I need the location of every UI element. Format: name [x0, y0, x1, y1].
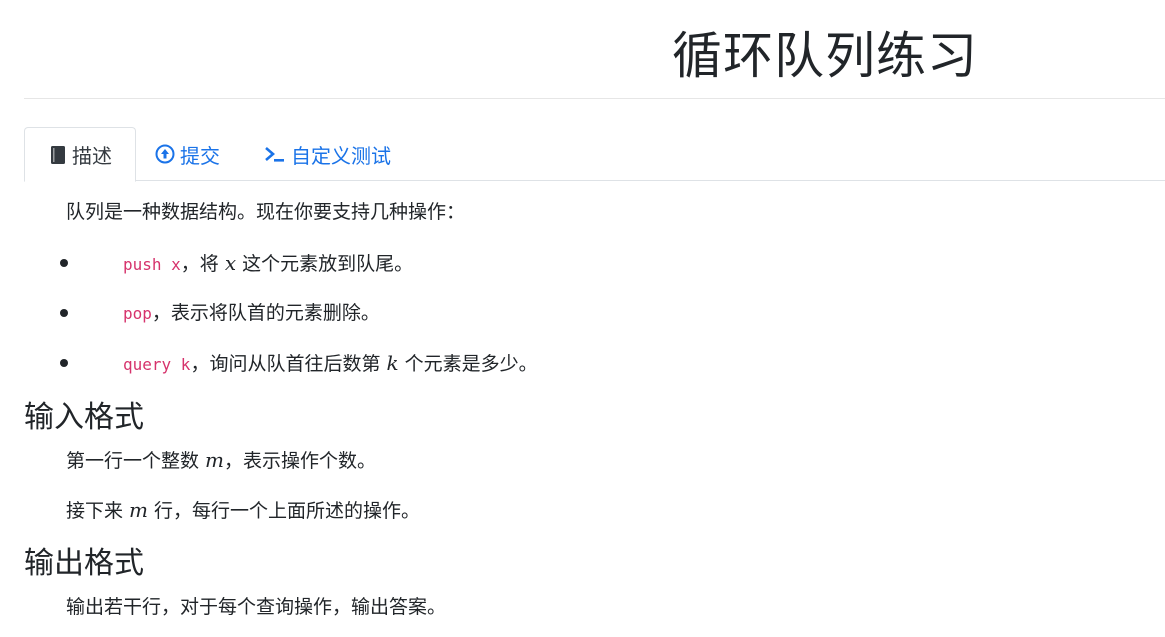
list-item-text: ，询问从队首往后数第 — [190, 353, 387, 375]
input-format-line: 第一行一个整数 m，表示操作个数。 — [66, 447, 376, 474]
input-format-heading: 输入格式 — [24, 400, 144, 435]
list-item-text: ，将 — [180, 253, 225, 275]
list-item-text: 个元素是多少。 — [398, 353, 538, 375]
math-var: x — [224, 251, 237, 275]
bullet — [60, 259, 68, 267]
input-format-text: 接下来 — [66, 500, 130, 522]
input-format-text: 行，每行一个上面所述的操作。 — [148, 500, 421, 522]
list-item-text: ，表示将队首的元素删除。 — [151, 302, 380, 324]
math-var: m — [205, 448, 225, 472]
list-item-text: 这个元素放到队尾。 — [236, 253, 414, 275]
input-format-text: 第一行一个整数 — [66, 450, 206, 472]
math-var: k — [386, 351, 399, 375]
bullet — [60, 309, 68, 317]
math-var: m — [129, 498, 149, 522]
inline-code: query k — [123, 355, 191, 374]
inline-code: pop — [123, 304, 152, 323]
problem-page: 循环队列练习 描述 提交 自定义测试 队列是一种数据结构。现在你要支持几种操作：… — [0, 0, 1165, 637]
output-format-heading: 输出格式 — [24, 546, 144, 581]
problem-content: 队列是一种数据结构。现在你要支持几种操作： push x，将 x 这个元素放到队… — [0, 0, 1165, 637]
inline-code: push x — [123, 255, 181, 274]
input-format-line: 接下来 m 行，每行一个上面所述的操作。 — [66, 497, 420, 524]
input-format-text: ，表示操作个数。 — [224, 450, 377, 472]
output-format-line: 输出若干行，对于每个查询操作，输出答案。 — [66, 596, 447, 618]
description-intro: 队列是一种数据结构。现在你要支持几种操作： — [66, 201, 466, 223]
bullet — [60, 359, 68, 367]
